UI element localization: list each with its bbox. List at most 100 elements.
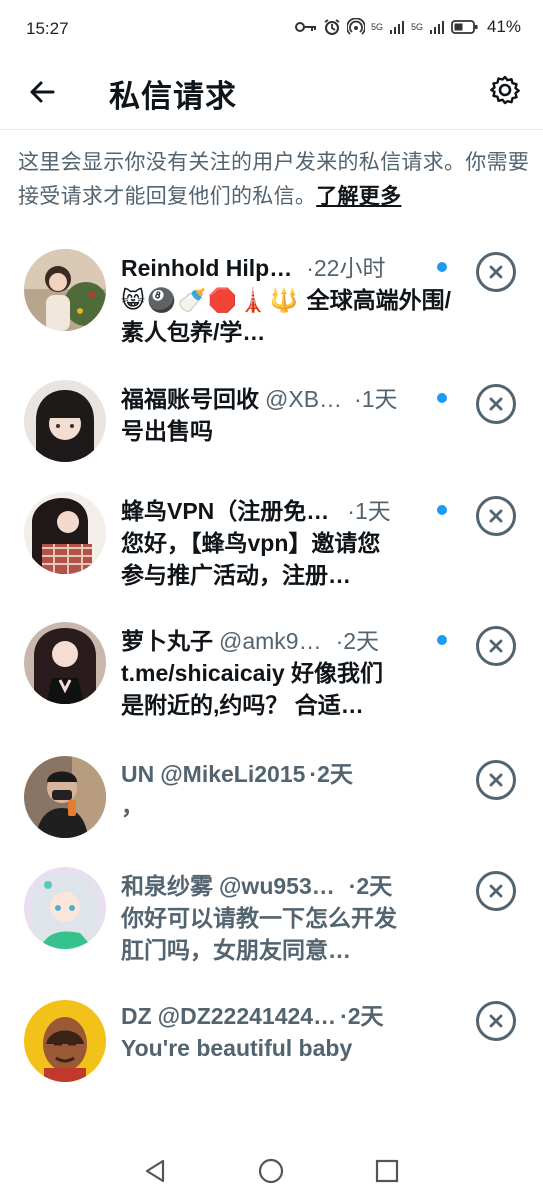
sender-name: 和泉纱雾 (121, 873, 213, 899)
nav-home-button[interactable] (256, 1156, 286, 1186)
timestamp: 2天 (343, 628, 380, 654)
signal-1-icon (389, 21, 404, 34)
sender-handle: @DZ22241424… (157, 1003, 337, 1029)
dismiss-button[interactable] (476, 871, 516, 911)
circle-home-icon (258, 1158, 284, 1184)
message-preview: t.me/shicaicaiy 好像我们是附近的,约吗？ 合适… (121, 660, 384, 718)
timestamp: 22小时 (313, 255, 386, 281)
alarm-icon (324, 19, 340, 35)
request-content: 萝卜丸子 @amk9… · 2天 t.me/shicaicaiy 好像我们是附近… (121, 625, 451, 721)
unread-dot (437, 262, 447, 272)
message-preview: ， (121, 793, 144, 819)
message-preview: 您好，【蜂鸟vpn】邀请您参与推广活动，注册… (121, 530, 381, 588)
sender-name: DZ (121, 1003, 152, 1029)
request-item[interactable]: DZ @DZ22241424… · 2天 You're beautiful ba… (0, 980, 543, 1090)
gear-icon (490, 75, 520, 105)
request-item[interactable]: 蜂鸟VPN（注册免… · 1天 您好，【蜂鸟vpn】邀请您参与推广活动，注册… (0, 475, 543, 605)
battery-icon (451, 20, 478, 34)
sender-handle: @wu953… (219, 873, 335, 899)
settings-button[interactable] (485, 70, 525, 110)
request-item[interactable]: UN @MikeLi2015 · 2天 ， (0, 737, 543, 850)
message-preview: 你好可以请教一下怎么开发肛门吗，女朋友同意… (121, 905, 397, 963)
sender-name: 蜂鸟VPN（注册免… (121, 498, 330, 524)
timestamp: 2天 (356, 873, 393, 899)
timestamp: 2天 (317, 761, 353, 787)
status-time: 15:27 (26, 19, 69, 38)
status-bar: 15:27 5G 5G 41% (0, 0, 543, 58)
timestamp: 2天 (347, 1003, 384, 1029)
request-item[interactable]: Reinhold Hilp… · 22小时 😸🎱🍼🛑🗼🔱 全球高端外围/素人包养… (0, 238, 543, 363)
arrow-left-icon (30, 81, 55, 103)
triangle-back-icon (145, 1159, 165, 1183)
request-content: DZ @DZ22241424… · 2天 You're beautiful ba… (121, 1000, 451, 1064)
message-preview: 号出售吗 (121, 418, 213, 444)
dismiss-button[interactable] (476, 1001, 516, 1041)
avatar[interactable] (24, 249, 106, 331)
key-icon (294, 22, 316, 32)
dismiss-button[interactable] (476, 626, 516, 666)
separator: · (335, 628, 344, 654)
close-icon (489, 265, 503, 279)
timestamp: 1天 (354, 498, 391, 524)
request-content: Reinhold Hilp… · 22小时 😸🎱🍼🛑🗼🔱 全球高端外围/素人包养… (121, 252, 451, 348)
dismiss-button[interactable] (476, 760, 516, 800)
unread-dot (437, 635, 447, 645)
nav-back-button[interactable] (140, 1156, 170, 1186)
close-icon (489, 639, 503, 653)
avatar[interactable] (24, 622, 106, 704)
avatar[interactable] (24, 1000, 106, 1082)
avatar[interactable] (24, 380, 106, 462)
system-nav-bar (0, 1140, 543, 1200)
unread-dot (437, 505, 447, 515)
signal-2-icon (429, 21, 444, 34)
status-icons: 5G 5G 41% (294, 17, 521, 37)
learn-more-link[interactable]: 了解更多 (316, 185, 401, 208)
dismiss-button[interactable] (476, 252, 516, 292)
sender-handle: @amk9… (219, 628, 322, 654)
avatar[interactable] (24, 756, 106, 838)
square-recents-icon (375, 1159, 399, 1183)
hotspot-icon (346, 18, 365, 35)
nav-recents-button[interactable] (372, 1156, 402, 1186)
request-item[interactable]: 萝卜丸子 @amk9… · 2天 t.me/shicaicaiy 好像我们是附近… (0, 605, 543, 737)
sender-name: Reinhold Hilp… (121, 255, 293, 281)
close-icon (489, 397, 503, 411)
close-icon (489, 884, 503, 898)
emoji-string: 😸🎱🍼🛑🗼🔱 (121, 287, 301, 313)
request-item[interactable]: 福福账号回收 @XB… · 1天 号出售吗 (0, 363, 543, 475)
separator: · (354, 386, 362, 412)
notice-text: 这里会显示你没有关注的用户发来的私信请求。你需要接受请求才能回复他们的私信。 (18, 151, 530, 208)
avatar[interactable] (24, 867, 106, 949)
close-icon (489, 1014, 503, 1028)
dismiss-button[interactable] (476, 384, 516, 424)
message-preview: You're beautiful baby (121, 1035, 353, 1061)
avatar[interactable] (24, 492, 106, 574)
separator: · (340, 1003, 348, 1029)
page-title: 私信请求 (109, 79, 237, 114)
top-app-bar: 私信请求 (0, 58, 543, 128)
network-1-label: 5G (370, 21, 383, 32)
back-button[interactable] (22, 72, 62, 112)
sender-handle: @MikeLi2015 (160, 761, 306, 787)
unread-dot (437, 393, 447, 403)
request-content: UN @MikeLi2015 · 2天 ， (121, 758, 451, 822)
separator: · (306, 255, 314, 281)
request-content: 蜂鸟VPN（注册免… · 1天 您好，【蜂鸟vpn】邀请您参与推广活动，注册… (121, 495, 451, 591)
request-item[interactable]: 和泉纱雾 @wu953… · 2天 你好可以请教一下怎么开发肛门吗，女朋友同意… (0, 850, 543, 980)
dismiss-button[interactable] (476, 496, 516, 536)
sender-handle: @XB… (265, 386, 343, 412)
message-preview: 😸🎱🍼🛑🗼🔱 全球高端外围/素人包养/学… (121, 287, 451, 345)
separator: · (348, 873, 357, 899)
network-2-label: 5G (410, 21, 423, 32)
sender-name: 福福账号回收 (121, 386, 259, 412)
close-icon (489, 773, 503, 787)
request-content: 和泉纱雾 @wu953… · 2天 你好可以请教一下怎么开发肛门吗，女朋友同意… (121, 870, 451, 966)
separator: · (347, 498, 355, 524)
header-divider (0, 129, 543, 130)
sender-name: UN (121, 761, 155, 787)
timestamp: 1天 (361, 386, 398, 412)
requests-notice: 这里会显示你没有关注的用户发来的私信请求。你需要接受请求才能回复他们的私信。了解… (18, 146, 533, 214)
sender-name: 萝卜丸子 (121, 628, 213, 654)
request-content: 福福账号回收 @XB… · 1天 号出售吗 (121, 383, 451, 447)
battery-percent: 41% (486, 17, 521, 36)
